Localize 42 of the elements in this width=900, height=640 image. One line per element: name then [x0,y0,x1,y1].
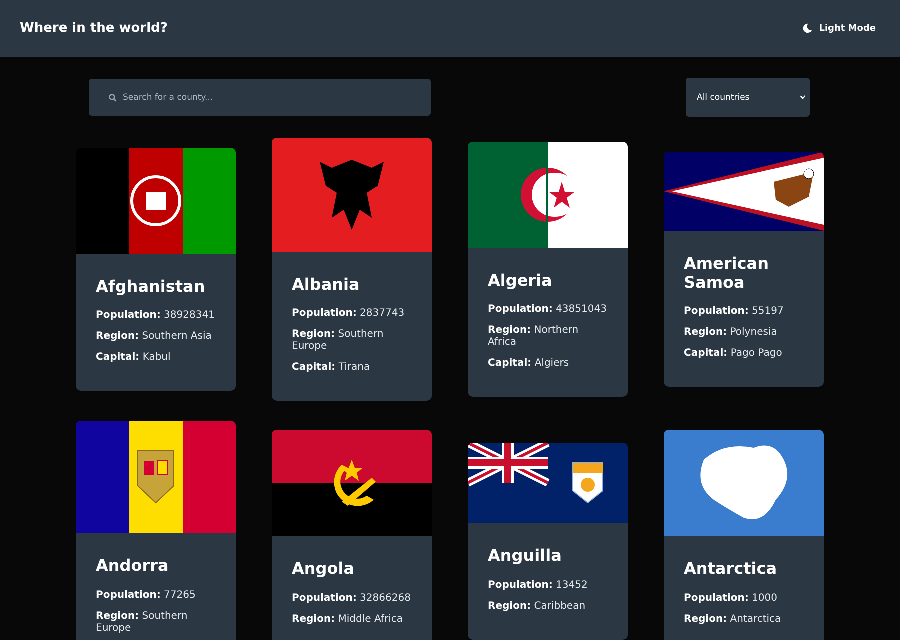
country-detail: Capital: Kabul [96,352,172,364]
country-card[interactable]: Antarctica Population: 1000 Region: Antarctica [664,430,824,640]
country-card[interactable]: Albania Population: 2837743 Region: Southern Europe Capital: Tirana [272,138,432,402]
country-detail: Population: 2837743 [292,308,406,320]
country-card[interactable]: Andorra Population: 77265 Region: Southern Europe [76,421,236,640]
country-card[interactable]: Angola Population: 32866268 Region: Middle Africa [272,430,432,640]
country-detail: Population: 77265 [96,590,197,602]
country-detail: Region: Southern Europe [292,329,385,354]
country-name: Anguilla [488,547,563,566]
country-card[interactable]: Anguilla Population: 13452 Region: Caribbean [468,443,628,640]
country-card[interactable]: American Samoa Population: 55197 Region: Polynesia Capital: Pago Pago [664,152,824,388]
search-field[interactable]: Search for a county... [89,79,431,116]
country-name: Antarctica [684,560,778,579]
country-detail: Region: Caribbean [488,600,587,613]
country-name: Albania [292,276,361,294]
country-card[interactable]: Algeria Population: 43851043 Region: Northern Africa Capital: Algiers [468,142,628,398]
country-name: Algeria [488,272,554,290]
country-detail: Capital: Algiers [488,358,570,370]
chevron-down-icon [800,95,806,100]
site-title: Where in the world? [20,21,168,36]
theme-toggle-button[interactable]: Light Mode [802,23,876,34]
country-detail: Region: Polynesia [684,327,778,340]
country-name: American Samoa [684,255,770,292]
country-name: Angola [292,560,356,579]
country-detail: Region: Southern Europe [96,610,189,635]
country-card[interactable]: Afghanistan Population: 38928341 Region: Southern Asia Capital: Kabul [76,148,236,392]
country-name: Afghanistan [96,278,206,296]
country-detail: Population: 13452 [488,580,589,592]
country-detail: Capital: Tirana [292,362,372,374]
country-detail: Capital: Pago Pago [684,348,784,360]
country-detail: Region: Middle Africa [292,614,404,626]
country-detail: Population: 43851043 [488,304,608,316]
country-detail: Region: Antarctica [684,614,782,626]
moon-icon [802,23,814,34]
country-detail: Population: 55197 [684,306,785,318]
region-filter-dropdown[interactable]: All countries [686,78,810,117]
country-detail: Region: Southern Asia [96,331,213,344]
country-detail: Population: 38928341 [96,310,216,322]
country-detail: Region: Northern Africa [488,325,580,350]
country-detail: Population: 32866268 [292,592,412,605]
country-detail: Population: 1000 [684,592,778,605]
country-name: Andorra [96,557,170,576]
